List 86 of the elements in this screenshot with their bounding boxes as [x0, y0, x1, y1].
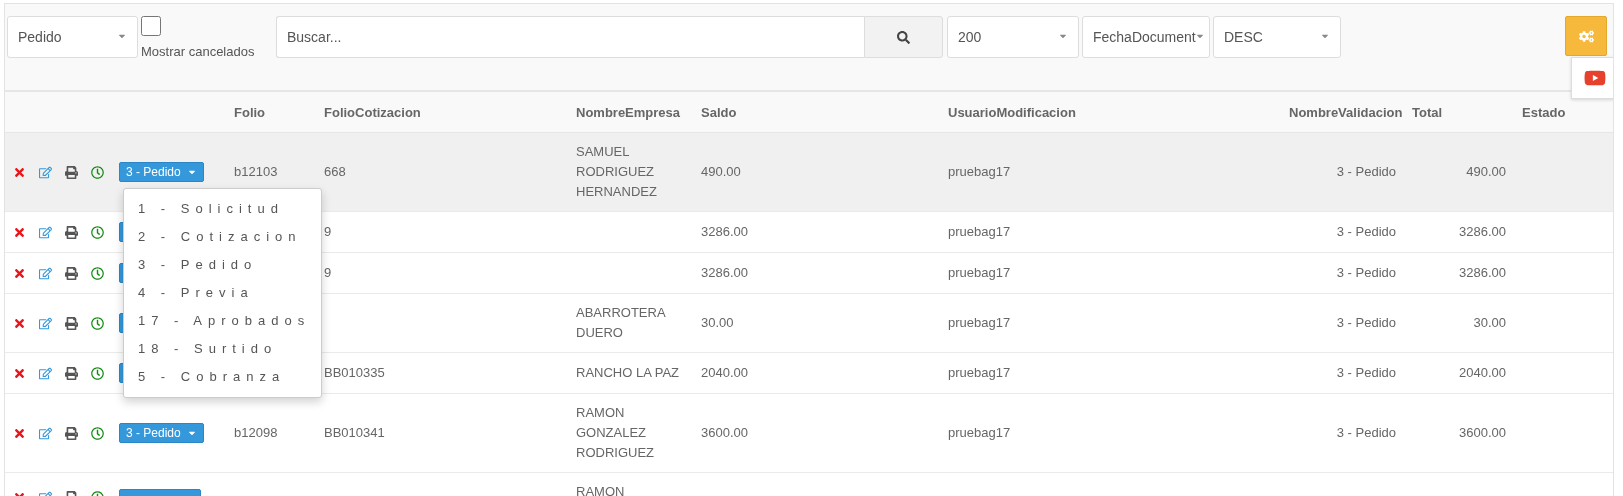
menu-item[interactable]: 4 - Previa [124, 279, 321, 307]
folio-cell-text: b12103 [233, 163, 279, 181]
company-name-cell-text: RANCHO LA PAZ [575, 364, 681, 382]
clock-icon[interactable] [91, 165, 104, 179]
show-cancelled-label: Mostrar cancelados [141, 44, 255, 59]
delete-icon[interactable] [13, 165, 26, 179]
folio-cotizacion-cell-text: 668 [323, 163, 347, 181]
folio-cell-text: b12098 [233, 424, 279, 442]
total-cell-text: 3286.00 [1458, 223, 1507, 241]
clock-icon[interactable] [91, 266, 104, 280]
balance-cell-text: 2040.00 [700, 364, 749, 382]
total-cell-text: 2040.00 [1458, 364, 1507, 382]
print-icon[interactable] [65, 316, 78, 330]
user-cell-text: pruebag17 [947, 364, 1012, 382]
delete-icon[interactable] [13, 426, 26, 440]
folio-cotizacion-cell-text: BB010335 [323, 364, 386, 382]
menu-item[interactable]: 17 - Aprobados [124, 307, 321, 335]
delete-icon[interactable] [13, 366, 26, 380]
column-header: Total [1411, 104, 1444, 120]
company-name-cell-text: SAMUEL RODRIGUEZ HERNANDEZ [575, 143, 658, 201]
search-button[interactable] [864, 16, 943, 58]
edit-icon[interactable] [39, 165, 52, 179]
search-icon [897, 30, 910, 44]
user-cell-text: pruebag17 [947, 314, 1012, 332]
validation-cell-text: 3 - Pedido [1335, 223, 1397, 241]
folio-cotizacion-cell-text: BB010341 [323, 424, 386, 442]
column-header: NombreValidacion [1288, 104, 1404, 120]
total-cell-text: 3286.00 [1458, 264, 1507, 282]
type-select[interactable]: Pedido [7, 16, 138, 58]
print-icon[interactable] [65, 225, 78, 239]
column-header: UsuarioModificacion [947, 104, 1077, 120]
edit-icon[interactable] [39, 266, 52, 280]
folio-cotizacion-cell-text: 9 [323, 223, 333, 241]
user-cell-text: pruebag17 [947, 424, 1012, 442]
validation-cell-text: 3 - Pedido [1335, 163, 1397, 181]
company-name-cell-text: ABARROTERA DUERO [575, 304, 667, 342]
user-cell-text: pruebag17 [947, 163, 1012, 181]
menu-item[interactable]: 3 - Pedido [124, 251, 321, 279]
clock-icon[interactable] [91, 225, 104, 239]
edit-icon[interactable] [39, 426, 52, 440]
balance-cell-text: 3600.00 [700, 424, 749, 442]
delete-icon[interactable] [13, 225, 26, 239]
column-header: Estado [1521, 104, 1567, 120]
balance-cell-text: 30.00 [700, 314, 735, 332]
menu-item[interactable]: 5 - Cobranza [124, 363, 321, 391]
company-name-cell-text: RAMON GONZALEZ RODRIGUEZ [575, 404, 655, 462]
menu-item[interactable]: 18 - Surtido [124, 335, 321, 363]
print-icon[interactable] [65, 366, 78, 380]
edit-icon[interactable] [39, 225, 52, 239]
balance-cell-text: 3286.00 [700, 223, 749, 241]
company-name-cell-text: RAMON [575, 483, 626, 496]
search-field[interactable]: Buscar... [276, 16, 864, 58]
delete-icon[interactable] [13, 266, 26, 280]
print-icon[interactable] [65, 426, 78, 440]
video-widget[interactable] [1571, 57, 1613, 99]
print-icon[interactable] [65, 266, 78, 280]
user-cell-text: pruebag17 [947, 223, 1012, 241]
page-size-select[interactable]: 200 [947, 16, 1079, 58]
delete-icon[interactable] [13, 316, 26, 330]
user-cell-text: pruebag17 [947, 264, 1012, 282]
column-header: Saldo [700, 104, 738, 120]
column-header: Folio [233, 104, 267, 120]
total-cell-text: 490.00 [1465, 163, 1507, 181]
print-icon[interactable] [65, 165, 78, 179]
menu-item[interactable]: 2 - Cotizacion [124, 223, 321, 251]
clock-icon[interactable] [91, 316, 104, 330]
validation-cell-text: 3 - Pedido [1335, 264, 1397, 282]
balance-cell-text: 490.00 [700, 163, 742, 181]
validation-cell-text: 3 - Pedido [1335, 314, 1397, 332]
total-cell-text: 30.00 [1472, 314, 1507, 332]
validation-cell-text: 3 - Pedido [1335, 364, 1397, 382]
folio-cotizacion-cell-text: 9 [323, 264, 333, 282]
clock-icon[interactable] [91, 426, 104, 440]
menu-item[interactable]: 1 - Solicitud [124, 195, 321, 223]
edit-icon[interactable] [39, 316, 52, 330]
show-cancelled-checkbox[interactable] [141, 16, 161, 36]
validation-cell-text: 3 - Pedido [1335, 424, 1397, 442]
column-header: FolioCotizacion [323, 104, 422, 120]
clock-icon[interactable] [91, 366, 104, 380]
gears-icon [1578, 28, 1594, 44]
edit-icon[interactable] [39, 366, 52, 380]
sort-field-select[interactable]: FechaDocument [1082, 16, 1210, 58]
sort-order-select[interactable]: DESC [1213, 16, 1341, 58]
total-cell-text: 3600.00 [1458, 424, 1507, 442]
column-header: NombreEmpresa [575, 104, 682, 120]
balance-cell-text: 3286.00 [700, 264, 749, 282]
